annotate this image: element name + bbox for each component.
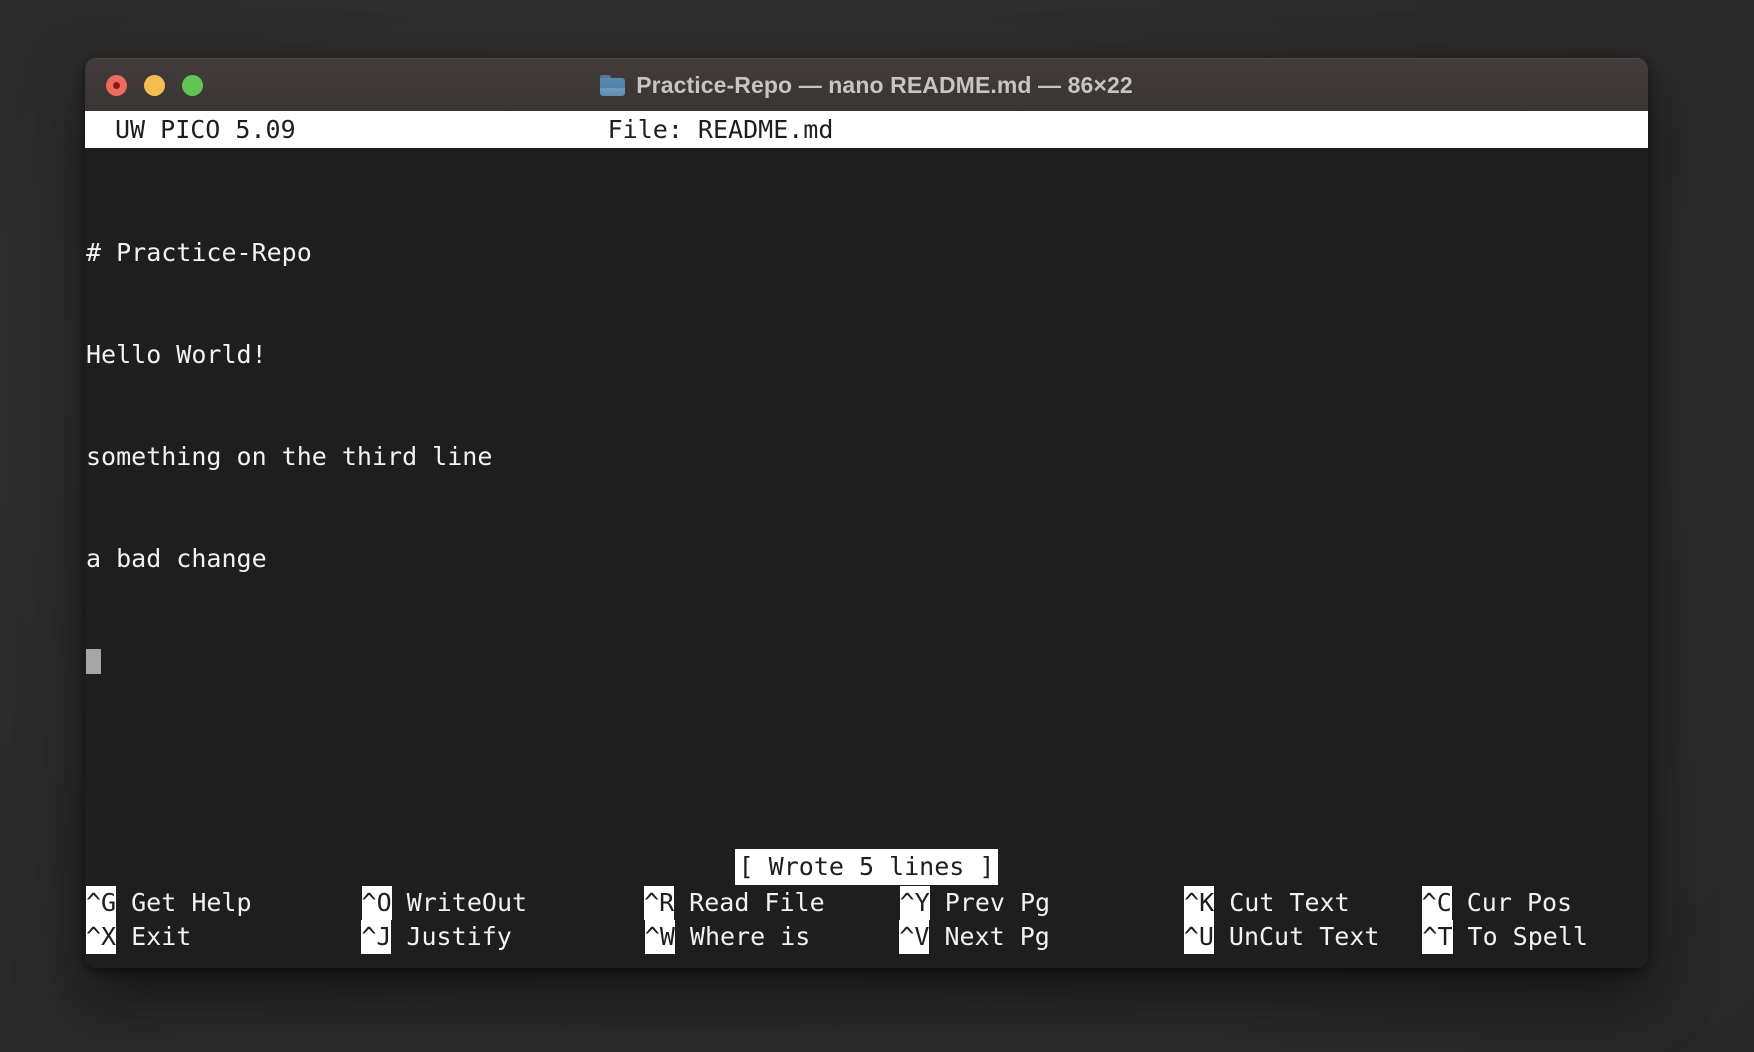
nano-status-row: [ Wrote 5 lines ] <box>85 848 1648 886</box>
nano-editor-area[interactable]: # Practice-Repo Hello World! something o… <box>85 148 1648 746</box>
shortcut-key: ^W <box>644 920 675 954</box>
nano-header-bar: UW PICO 5.09 File: README.md <box>85 111 1648 148</box>
window-titlebar[interactable]: Practice-Repo — nano README.md — 86×22 <box>85 58 1648 111</box>
shortcut-next-pg[interactable]: ^V Next Pg <box>899 920 1050 954</box>
close-button[interactable] <box>106 74 127 96</box>
shortcut-row: ^X Exit ^J Justify ^W Where is ^V Next Pg ^U UnCu… <box>85 920 1648 954</box>
editor-line: something on the third line <box>86 442 493 471</box>
shortcut-label: Justify <box>406 922 512 951</box>
shortcut-key: ^G <box>86 886 117 920</box>
shortcut-prev-pg[interactable]: ^Y Prev Pg <box>899 886 1051 920</box>
shortcut-get-help[interactable]: ^G Get Help <box>86 886 252 920</box>
shortcut-key: ^Y <box>899 886 930 920</box>
terminal-screen[interactable]: UW PICO 5.09 File: README.md # Practice-… <box>85 111 1648 968</box>
window-title-group: Practice-Repo — nano README.md — 86×22 <box>85 59 1648 111</box>
nano-filename-label: File: README.md <box>607 114 834 144</box>
shortcut-label: Cut Text <box>1229 888 1350 917</box>
shortcut-key: ^X <box>86 920 117 954</box>
nano-version-label: UW PICO 5.09 <box>115 114 296 144</box>
shortcut-label: Next Pg <box>944 922 1050 951</box>
shortcut-key: ^U <box>1183 920 1214 954</box>
shortcut-label: Get Help <box>131 888 252 917</box>
shortcut-label: UnCut Text <box>1228 922 1380 951</box>
shortcut-justify[interactable]: ^J Justify <box>361 920 512 954</box>
window-title: Practice-Repo — nano README.md — 86×22 <box>636 71 1133 98</box>
editor-line: Hello World! <box>86 340 267 369</box>
status-message: [ Wrote 5 lines ] <box>734 849 999 885</box>
shortcut-cut-text[interactable]: ^K Cut Text <box>1184 886 1350 920</box>
shortcut-label: Prev Pg <box>944 888 1051 917</box>
shortcut-key: ^K <box>1184 886 1215 920</box>
text-cursor <box>86 649 101 674</box>
nano-shortcut-bar: ^G Get Help ^O WriteOut ^R Read File ^Y Prev Pg… <box>85 886 1648 968</box>
window-controls <box>106 74 203 96</box>
shortcut-label: Cur Pos <box>1466 888 1573 917</box>
shortcut-key: ^O <box>361 886 392 920</box>
shortcut-label: To Spell <box>1467 922 1588 951</box>
editor-line-cursor <box>85 644 1648 678</box>
shortcut-key: ^R <box>644 886 675 920</box>
shortcut-label: Read File <box>689 888 825 917</box>
shortcut-cur-pos[interactable]: ^C Cur Pos <box>1421 886 1573 920</box>
terminal-window: Practice-Repo — nano README.md — 86×22 U… <box>85 58 1648 968</box>
editor-line: # Practice-Repo <box>86 238 312 267</box>
folder-icon <box>600 74 626 96</box>
shortcut-key: ^C <box>1421 886 1452 920</box>
shortcut-key: ^J <box>361 920 392 954</box>
shortcut-uncut-text[interactable]: ^U UnCut Text <box>1183 920 1380 954</box>
zoom-button[interactable] <box>182 74 203 96</box>
shortcut-label: Exit <box>131 922 192 951</box>
shortcut-label: WriteOut <box>406 888 528 917</box>
shortcut-label: Where is <box>689 922 811 951</box>
shortcut-where-is[interactable]: ^W Where is <box>644 920 811 954</box>
shortcut-key: ^T <box>1422 920 1453 954</box>
minimize-button[interactable] <box>144 74 165 96</box>
shortcut-to-spell[interactable]: ^T To Spell <box>1422 920 1588 954</box>
shortcut-exit[interactable]: ^X Exit <box>86 920 191 954</box>
shortcut-row: ^G Get Help ^O WriteOut ^R Read File ^Y Prev Pg… <box>85 886 1648 920</box>
shortcut-key: ^V <box>899 920 930 954</box>
nano-bottom-area: [ Wrote 5 lines ] ^G Get Help ^O WriteOut ^R… <box>85 848 1648 968</box>
shortcut-writeout[interactable]: ^O WriteOut <box>361 886 528 920</box>
shortcut-read-file[interactable]: ^R Read File <box>644 886 825 920</box>
editor-line: a bad change <box>86 544 267 573</box>
